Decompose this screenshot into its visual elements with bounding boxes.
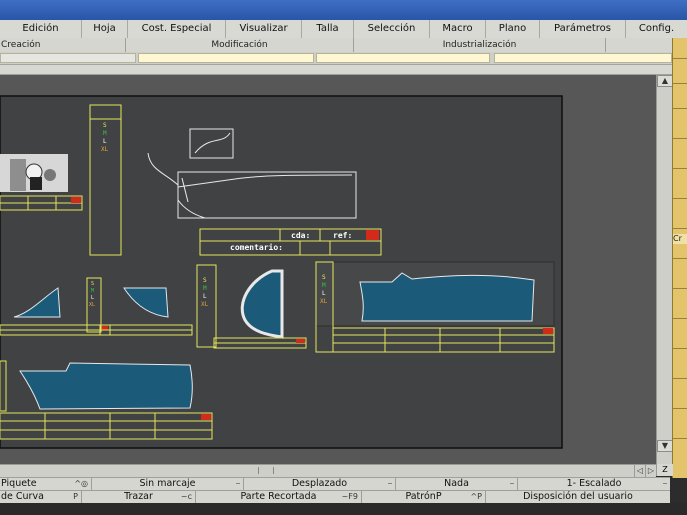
svg-text:XL: XL [320,298,328,305]
scroll-left-icon[interactable]: ◁ [634,465,645,477]
menu-plano[interactable]: Plano [486,20,540,38]
size-xl: XL [101,146,109,153]
title-ref-label: ref: [333,231,352,240]
size-s: S [103,122,107,129]
svg-text:M: M [203,285,207,292]
svg-text:XL: XL [201,301,209,308]
menu-config[interactable]: Config. [626,20,687,38]
menu-parametros[interactable]: Parámetros [540,20,626,38]
section-modificacion[interactable]: Modificación [126,38,354,52]
scroll-right-icon[interactable]: ▷ [645,465,656,477]
status-escalado[interactable]: 1- Escalado ⎯ [518,478,670,490]
horizontal-scrollbar[interactable]: ◁ ▷ [0,464,656,477]
right-ruler-strip: Cr [672,38,687,478]
size-m: M [103,130,107,137]
svg-text:S: S [322,274,326,281]
vertical-scrollbar[interactable]: ▲ ▼ [656,75,673,464]
status-row-1: Piquete ^◎ Sin marcaje ⎯ Desplazado ⎯ Nada ⎯… [0,477,670,490]
status-de-curva[interactable]: de Curva P [0,491,82,503]
status-nada[interactable]: Nada ⎯ [396,478,518,490]
status-disposicion[interactable]: Disposición del usuario [486,491,670,503]
scroll-up-icon[interactable]: ▲ [657,75,673,87]
section-empty [606,38,672,52]
title-cda-label: cda: [291,231,310,240]
bottom-edge [0,503,687,515]
menu-cost-especial[interactable]: Cost. Especial [128,20,226,38]
svg-text:S: S [203,277,207,284]
scroll-corner: Z [656,464,673,476]
scroll-grip-icon[interactable] [258,467,274,474]
status-trazar[interactable]: Trazar ~c [82,491,196,503]
section-creacion[interactable]: Creación [0,38,126,52]
svg-text:L: L [91,295,94,301]
window-titlebar [0,0,687,20]
field-bar [0,52,687,65]
size-l: L [103,138,107,145]
toolbar-spacer [0,65,672,75]
menu-edicion[interactable]: Edición [0,20,82,38]
field-1[interactable] [0,53,136,63]
status-patronp[interactable]: PatrónP ^P [362,491,486,503]
layout-canvas[interactable]: S M L XL cda: ref: comentario: S M L XL … [0,75,656,464]
status-parte-recortada[interactable]: Parte Recortada ~F9 [196,491,362,503]
menu-hoja[interactable]: Hoja [82,20,128,38]
scroll-down-icon[interactable]: ▼ [657,440,673,452]
right-strip-label: Cr [673,234,687,244]
field-4[interactable] [494,53,672,63]
canvas-workspace[interactable]: S M L XL cda: ref: comentario: S M L XL … [0,75,656,464]
section-bar: Creación Modificación Industrialización [0,38,687,53]
svg-text:M: M [91,288,94,294]
menu-macro[interactable]: Macro [430,20,486,38]
section-industrializacion[interactable]: Industrialización [354,38,606,52]
status-row-2: de Curva P Trazar ~c Parte Recortada ~F9 Pa… [0,490,670,503]
field-2[interactable] [138,53,314,63]
svg-text:XL: XL [89,302,95,308]
svg-text:L: L [203,293,207,300]
menu-seleccion[interactable]: Selección [354,20,430,38]
menu-bar: Edición Hoja Cost. Especial Visualizar T… [0,20,687,39]
menu-talla[interactable]: Talla [302,20,354,38]
svg-text:L: L [322,290,326,297]
svg-text:S: S [91,281,94,287]
status-piquete[interactable]: Piquete ^◎ [0,478,92,490]
title-comment-label: comentario: [230,242,283,252]
svg-text:M: M [322,282,326,289]
status-desplazado[interactable]: Desplazado ⎯ [244,478,396,490]
menu-visualizar[interactable]: Visualizar [226,20,302,38]
status-sin-marcaje[interactable]: Sin marcaje ⎯ [92,478,244,490]
field-3[interactable] [316,53,490,63]
